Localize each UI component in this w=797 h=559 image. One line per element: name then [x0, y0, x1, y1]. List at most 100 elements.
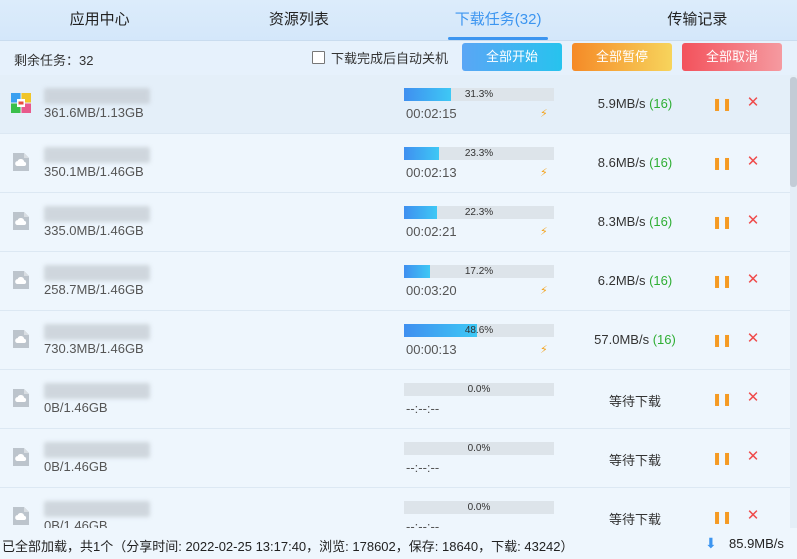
close-icon[interactable]: ✕ — [744, 507, 762, 525]
task-speed: 等待下载 — [560, 391, 710, 410]
pause-icon[interactable]: ❚❚ — [712, 508, 732, 526]
task-name-redacted — [44, 383, 150, 399]
auto-shutdown-option[interactable]: 下载完成后自动关机 — [312, 48, 448, 67]
pause-icon[interactable]: ❚❚ — [712, 154, 732, 172]
cloud-file-icon — [10, 387, 32, 409]
scrollbar[interactable] — [790, 75, 797, 528]
task-percent: 17.2% — [464, 266, 494, 277]
cloud-file-icon — [10, 210, 32, 232]
task-remaining-time: 00:02:13 — [406, 165, 457, 180]
task-row[interactable]: 335.0MB/1.46GB 22.3% 00:02:21 ⚡ 8.3MB/s (16)… — [0, 193, 790, 252]
close-icon[interactable]: ✕ — [744, 212, 762, 230]
task-progress-bar: 0.0% — [404, 442, 554, 455]
task-connections: (16) — [649, 214, 673, 229]
pause-icon[interactable]: ❚❚ — [712, 331, 732, 349]
task-speed: 等待下载 — [560, 509, 710, 528]
close-icon[interactable]: ✕ — [744, 389, 762, 407]
task-progress-bar: 31.3% — [404, 88, 554, 101]
task-remaining-time: 00:02:15 — [406, 106, 457, 121]
task-speed-value: 6.2MB/s — [597, 273, 646, 288]
pause-icon[interactable]: ❚❚ — [712, 449, 732, 467]
scrollbar-thumb[interactable] — [790, 77, 797, 187]
task-name-redacted — [44, 324, 150, 340]
task-size: 258.7MB/1.46GB — [44, 282, 144, 297]
lightning-icon: ⚡ — [540, 344, 548, 356]
close-icon[interactable]: ✕ — [744, 94, 762, 112]
task-percent: 0.0% — [467, 502, 491, 513]
pause-icon[interactable]: ❚❚ — [712, 95, 732, 113]
task-row[interactable]: 361.6MB/1.13GB 31.3% 00:02:15 ⚡ 5.9MB/s (16)… — [0, 75, 790, 134]
cloud-file-icon — [10, 505, 32, 527]
task-list: 361.6MB/1.13GB 31.3% 00:02:15 ⚡ 5.9MB/s (16)… — [0, 75, 790, 528]
task-remaining-time: --:--:-- — [406, 401, 440, 416]
pause-all-button[interactable]: 全部暂停 — [572, 43, 672, 71]
task-remaining-time: --:--:-- — [406, 460, 440, 475]
tab-bar: 应用中心 资源列表 下载任务(32) 传输记录 — [0, 0, 797, 41]
close-icon[interactable]: ✕ — [744, 153, 762, 171]
close-icon[interactable]: ✕ — [744, 330, 762, 348]
start-all-button[interactable]: 全部开始 — [462, 43, 562, 71]
toolbar: 剩余任务：32 下载完成后自动关机 全部开始 全部暂停 全部取消 — [0, 41, 797, 75]
task-percent: 0.0% — [467, 384, 491, 395]
task-row[interactable]: 0B/1.46GB 0.0% --:--:-- 等待下载 ❚❚ ✕ — [0, 488, 790, 528]
pause-icon[interactable]: ❚❚ — [712, 390, 732, 408]
tab-resource-list[interactable]: 资源列表 — [199, 0, 398, 40]
auto-shutdown-checkbox[interactable] — [312, 51, 325, 64]
task-connections: (16) — [649, 155, 673, 170]
task-percent: 23.3% — [464, 148, 494, 159]
task-progress-bar: 0.0% — [404, 383, 554, 396]
task-remaining-time: 00:02:21 — [406, 224, 457, 239]
task-speed: 6.2MB/s (16) — [560, 273, 710, 288]
task-name-redacted — [44, 147, 150, 163]
task-name-redacted — [44, 265, 150, 281]
close-icon[interactable]: ✕ — [744, 271, 762, 289]
task-progress-bar: 23.3% — [404, 147, 554, 160]
task-name-redacted — [44, 88, 150, 104]
task-status: 等待下载 — [608, 512, 661, 527]
pause-icon[interactable]: ❚❚ — [712, 272, 732, 290]
task-size: 350.1MB/1.46GB — [44, 164, 144, 179]
task-status: 等待下载 — [608, 453, 661, 468]
cancel-all-button[interactable]: 全部取消 — [682, 43, 782, 71]
task-status: 等待下载 — [608, 394, 661, 409]
task-speed: 等待下载 — [560, 450, 710, 469]
lightning-icon: ⚡ — [540, 167, 548, 179]
task-remaining-time: 00:00:13 — [406, 342, 457, 357]
app-installer-icon — [10, 92, 32, 114]
task-size: 335.0MB/1.46GB — [44, 223, 144, 238]
lightning-icon: ⚡ — [540, 285, 548, 297]
total-speed: 85.9MB/s — [729, 536, 784, 551]
auto-shutdown-label: 下载完成后自动关机 — [331, 51, 449, 66]
task-name-redacted — [44, 501, 150, 517]
task-percent: 22.3% — [464, 207, 494, 218]
task-row[interactable]: 730.3MB/1.46GB 48.6% 00:00:13 ⚡ 57.0MB/s (16… — [0, 311, 790, 370]
task-row[interactable]: 258.7MB/1.46GB 17.2% 00:03:20 ⚡ 6.2MB/s (16)… — [0, 252, 790, 311]
share-info-text: 已全部加载，共1个（分享时间: 2022-02-25 13:17:40，浏览: … — [2, 539, 574, 554]
task-size: 0B/1.46GB — [44, 459, 108, 474]
close-icon[interactable]: ✕ — [744, 448, 762, 466]
task-row[interactable]: 0B/1.46GB 0.0% --:--:-- 等待下载 ❚❚ ✕ — [0, 429, 790, 488]
task-progress-bar: 0.0% — [404, 501, 554, 514]
task-speed: 8.6MB/s (16) — [560, 155, 710, 170]
status-bar: 已全部加载，共1个（分享时间: 2022-02-25 13:17:40，浏览: … — [0, 528, 797, 559]
cloud-file-icon — [10, 446, 32, 468]
tab-transfer-records[interactable]: 传输记录 — [598, 0, 797, 40]
task-name-redacted — [44, 206, 150, 222]
task-progress-bar: 17.2% — [404, 265, 554, 278]
task-connections: (16) — [649, 273, 673, 288]
task-speed-value: 57.0MB/s — [594, 332, 650, 347]
task-speed-value: 8.6MB/s — [597, 155, 646, 170]
tab-download-tasks[interactable]: 下载任务(32) — [399, 0, 598, 40]
task-name-redacted — [44, 442, 150, 458]
tab-app-center[interactable]: 应用中心 — [0, 0, 199, 40]
task-speed-value: 5.9MB/s — [597, 96, 646, 111]
task-percent: 48.6% — [464, 325, 494, 336]
task-progress-bar: 22.3% — [404, 206, 554, 219]
task-speed: 57.0MB/s (16) — [560, 332, 710, 347]
task-size: 0B/1.46GB — [44, 518, 108, 528]
task-row[interactable]: 350.1MB/1.46GB 23.3% 00:02:13 ⚡ 8.6MB/s (16)… — [0, 134, 790, 193]
pause-icon[interactable]: ❚❚ — [712, 213, 732, 231]
lightning-icon: ⚡ — [540, 226, 548, 238]
download-arrow-icon: ⬇ — [705, 535, 717, 551]
task-row[interactable]: 0B/1.46GB 0.0% --:--:-- 等待下载 ❚❚ ✕ — [0, 370, 790, 429]
